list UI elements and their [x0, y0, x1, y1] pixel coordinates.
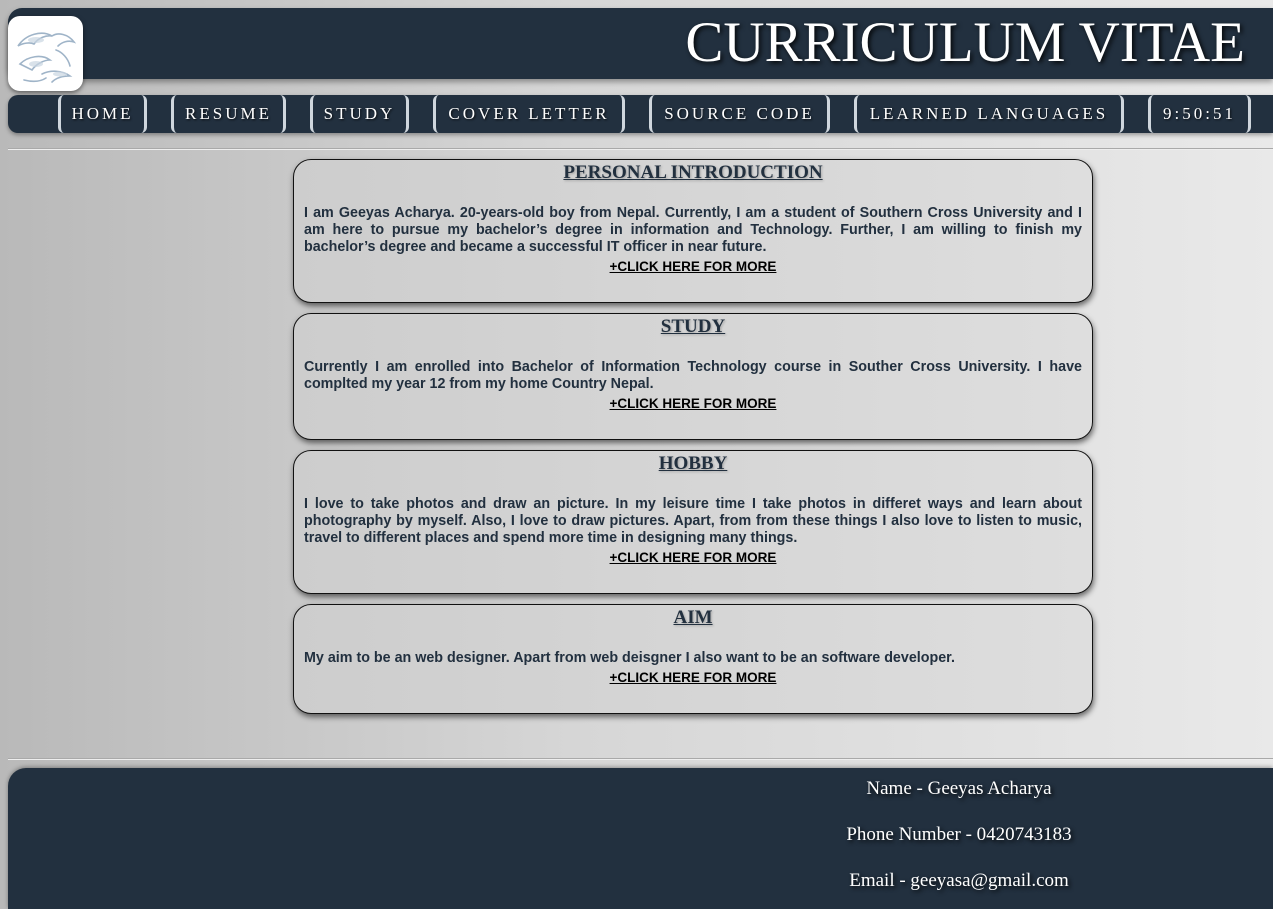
section-body: Currently I am enrolled into Bachelor of…: [304, 359, 1082, 392]
dolphins-logo-icon: [8, 16, 83, 91]
footer-email: Email - geeyasa@gmail.com: [849, 870, 1069, 891]
main-nav: HOME RESUME STUDY COVER LETTER SOURCE CO…: [8, 95, 1273, 133]
section-heading: STUDY: [660, 316, 726, 337]
click-for-more-link[interactable]: +CLICK HERE FOR MORE: [304, 259, 1082, 274]
section-body: I am Geeyas Acharya. 20-years-old boy fr…: [304, 205, 1082, 255]
nav-clock: 9:50:51: [1148, 95, 1251, 133]
nav-resume-link[interactable]: RESUME: [171, 95, 286, 133]
nav-cover-letter-link[interactable]: COVER LETTER: [433, 95, 625, 133]
section-body: My aim to be an web designer. Apart from…: [304, 650, 955, 666]
section-hobby: HOBBY I love to take photos and draw an …: [293, 450, 1093, 594]
footer-divider: [8, 758, 1273, 760]
click-for-more-link[interactable]: +CLICK HERE FOR MORE: [304, 670, 1082, 685]
section-study: STUDY Currently I am enrolled into Bache…: [293, 313, 1093, 440]
section-personal-introduction: PERSONAL INTRODUCTION I am Geeyas Achary…: [293, 159, 1093, 303]
nav-source-code-link[interactable]: SOURCE CODE: [649, 95, 830, 133]
header-divider: [8, 148, 1273, 150]
page-title: CURRICULUM VITAE: [685, 11, 1245, 74]
section-heading: AIM: [673, 607, 713, 628]
page-header: CURRICULUM VITAE: [8, 8, 1273, 91]
section-aim: AIM My aim to be an web designer. Apart …: [293, 604, 1093, 714]
click-for-more-link[interactable]: +CLICK HERE FOR MORE: [304, 396, 1082, 411]
section-heading: PERSONAL INTRODUCTION: [563, 162, 823, 183]
footer-name: Name - Geeyas Acharya: [866, 778, 1052, 799]
click-for-more-link[interactable]: +CLICK HERE FOR MORE: [304, 550, 1082, 565]
section-heading: HOBBY: [658, 453, 728, 474]
nav-study-link[interactable]: STUDY: [310, 95, 409, 133]
footer-phone: Phone Number - 0420743183: [846, 824, 1072, 845]
section-body: I love to take photos and draw an pictur…: [304, 496, 1082, 546]
page-footer: Name - Geeyas Acharya Phone Number - 042…: [8, 768, 1273, 909]
nav-home-link[interactable]: HOME: [58, 95, 147, 133]
nav-learned-languages-link[interactable]: LEARNED LANGUAGES: [854, 95, 1124, 133]
